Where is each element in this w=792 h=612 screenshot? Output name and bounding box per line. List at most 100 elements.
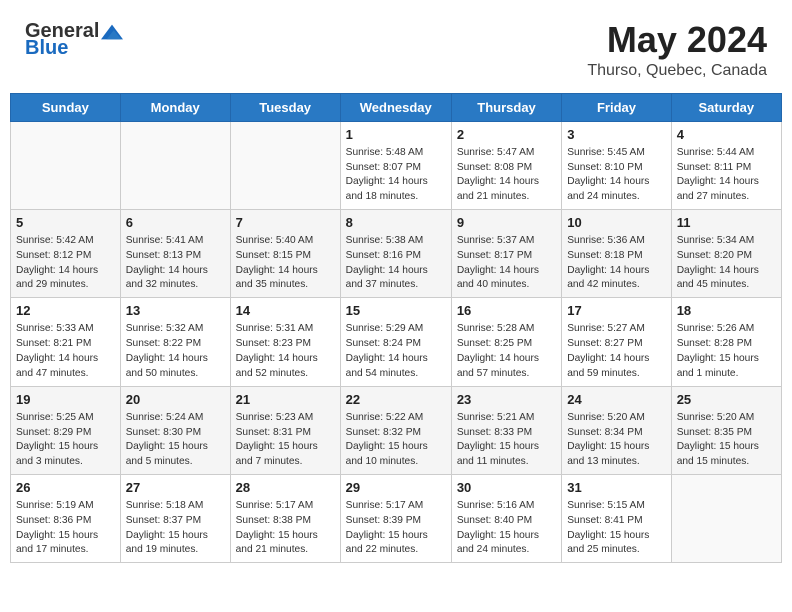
day-number: 1 (346, 126, 446, 144)
calendar-week-row: 5 Sunrise: 5:42 AMSunset: 8:12 PMDaylight… (11, 209, 782, 297)
day-of-week-header: Tuesday (230, 93, 340, 121)
calendar-table: SundayMondayTuesdayWednesdayThursdayFrid… (10, 93, 782, 564)
day-info: Sunrise: 5:40 AMSunset: 8:15 PMDaylight:… (236, 234, 335, 293)
calendar-week-row: 19 Sunrise: 5:25 AMSunset: 8:29 PMDayligh… (11, 386, 782, 474)
calendar-day-cell: 24 Sunrise: 5:20 AMSunset: 8:34 PMDayligh… (562, 386, 671, 474)
day-info: Sunrise: 5:15 AMSunset: 8:41 PMDaylight:… (567, 499, 665, 558)
day-number: 8 (346, 214, 446, 232)
day-number: 18 (677, 302, 776, 320)
day-number: 15 (346, 302, 446, 320)
day-info: Sunrise: 5:21 AMSunset: 8:33 PMDaylight:… (457, 411, 556, 470)
day-number: 31 (567, 479, 665, 497)
logo: General Blue (25, 20, 123, 60)
day-info: Sunrise: 5:17 AMSunset: 8:38 PMDaylight:… (236, 499, 335, 558)
day-info: Sunrise: 5:42 AMSunset: 8:12 PMDaylight:… (16, 234, 115, 293)
day-info: Sunrise: 5:26 AMSunset: 8:28 PMDaylight:… (677, 322, 776, 381)
calendar-day-cell: 7 Sunrise: 5:40 AMSunset: 8:15 PMDaylight… (230, 209, 340, 297)
day-number: 5 (16, 214, 115, 232)
day-number: 13 (126, 302, 225, 320)
calendar-day-cell: 6Sunrise: 5:41 AMSunset: 8:13 PMDaylight… (120, 209, 230, 297)
day-number: 28 (236, 479, 335, 497)
day-number: 19 (16, 391, 115, 409)
calendar-day-cell (230, 121, 340, 209)
day-number: 20 (126, 391, 225, 409)
day-number: 4 (677, 126, 776, 144)
calendar-day-cell: 26 Sunrise: 5:19 AMSunset: 8:36 PMDayligh… (11, 474, 121, 562)
day-info: Sunrise: 5:33 AMSunset: 8:21 PMDaylight:… (16, 322, 115, 381)
calendar-day-cell: 11 Sunrise: 5:34 AMSunset: 8:20 PMDayligh… (671, 209, 781, 297)
calendar-day-cell: 18 Sunrise: 5:26 AMSunset: 8:28 PMDayligh… (671, 298, 781, 386)
day-of-week-header: Thursday (451, 93, 561, 121)
day-info: Sunrise: 5:37 AMSunset: 8:17 PMDaylight:… (457, 234, 556, 293)
day-number: 24 (567, 391, 665, 409)
calendar-day-cell: 13 Sunrise: 5:32 AMSunset: 8:22 PMDayligh… (120, 298, 230, 386)
logo-blue-text: Blue (25, 37, 68, 60)
day-of-week-header: Sunday (11, 93, 121, 121)
day-info: Sunrise: 5:19 AMSunset: 8:36 PMDaylight:… (16, 499, 115, 558)
calendar-day-cell: 19 Sunrise: 5:25 AMSunset: 8:29 PMDayligh… (11, 386, 121, 474)
calendar-day-cell: 12 Sunrise: 5:33 AMSunset: 8:21 PMDayligh… (11, 298, 121, 386)
day-number: 2 (457, 126, 556, 144)
title-section: May 2024 Thurso, Quebec, Canada (587, 20, 767, 80)
day-info: Sunrise: 5:17 AMSunset: 8:39 PMDaylight:… (346, 499, 446, 558)
day-info: Sunrise: 5:18 AMSunset: 8:37 PMDaylight:… (126, 499, 225, 558)
day-info: Sunrise: 5:25 AMSunset: 8:29 PMDaylight:… (16, 411, 115, 470)
calendar-day-cell: 10 Sunrise: 5:36 AMSunset: 8:18 PMDayligh… (562, 209, 671, 297)
day-number: 17 (567, 302, 665, 320)
day-info: Sunrise: 5:20 AMSunset: 8:35 PMDaylight:… (677, 411, 776, 470)
day-number: 16 (457, 302, 556, 320)
calendar-week-row: 26 Sunrise: 5:19 AMSunset: 8:36 PMDayligh… (11, 474, 782, 562)
calendar-day-cell: 28 Sunrise: 5:17 AMSunset: 8:38 PMDayligh… (230, 474, 340, 562)
calendar-day-cell: 4 Sunrise: 5:44 AMSunset: 8:11 PMDaylight… (671, 121, 781, 209)
day-number: 3 (567, 126, 665, 144)
calendar-day-cell: 20Sunrise: 5:24 AMSunset: 8:30 PMDayligh… (120, 386, 230, 474)
day-info: Sunrise: 5:45 AMSunset: 8:10 PMDaylight:… (567, 146, 665, 205)
calendar-day-cell: 30 Sunrise: 5:16 AMSunset: 8:40 PMDayligh… (451, 474, 561, 562)
calendar-day-cell: 21 Sunrise: 5:23 AMSunset: 8:31 PMDayligh… (230, 386, 340, 474)
day-of-week-header: Monday (120, 93, 230, 121)
logo-icon (101, 21, 123, 43)
day-number: 21 (236, 391, 335, 409)
calendar-day-cell (11, 121, 121, 209)
day-info: Sunrise: 5:44 AMSunset: 8:11 PMDaylight:… (677, 146, 776, 205)
calendar-day-cell (120, 121, 230, 209)
day-info: Sunrise: 5:20 AMSunset: 8:34 PMDaylight:… (567, 411, 665, 470)
day-number: 30 (457, 479, 556, 497)
day-info: Sunrise: 5:28 AMSunset: 8:25 PMDaylight:… (457, 322, 556, 381)
day-number: 10 (567, 214, 665, 232)
day-of-week-header: Wednesday (340, 93, 451, 121)
day-number: 12 (16, 302, 115, 320)
day-number: 26 (16, 479, 115, 497)
day-number: 27 (126, 479, 225, 497)
calendar-day-cell: 29 Sunrise: 5:17 AMSunset: 8:39 PMDayligh… (340, 474, 451, 562)
day-number: 9 (457, 214, 556, 232)
day-number: 25 (677, 391, 776, 409)
day-info: Sunrise: 5:16 AMSunset: 8:40 PMDaylight:… (457, 499, 556, 558)
calendar-day-cell: 27 Sunrise: 5:18 AMSunset: 8:37 PMDayligh… (120, 474, 230, 562)
day-info: Sunrise: 5:31 AMSunset: 8:23 PMDaylight:… (236, 322, 335, 381)
day-info: Sunrise: 5:47 AMSunset: 8:08 PMDaylight:… (457, 146, 556, 205)
calendar-day-cell: 16 Sunrise: 5:28 AMSunset: 8:25 PMDayligh… (451, 298, 561, 386)
day-number: 7 (236, 214, 335, 232)
calendar-week-row: 1Sunrise: 5:48 AMSunset: 8:07 PMDaylight… (11, 121, 782, 209)
day-number: 14 (236, 302, 335, 320)
day-info: Sunrise: 5:32 AMSunset: 8:22 PMDaylight:… (126, 322, 225, 381)
calendar-day-cell: 1Sunrise: 5:48 AMSunset: 8:07 PMDaylight… (340, 121, 451, 209)
day-info: Sunrise: 5:36 AMSunset: 8:18 PMDaylight:… (567, 234, 665, 293)
calendar-day-cell: 17 Sunrise: 5:27 AMSunset: 8:27 PMDayligh… (562, 298, 671, 386)
day-of-week-header: Friday (562, 93, 671, 121)
day-info: Sunrise: 5:29 AMSunset: 8:24 PMDaylight:… (346, 322, 446, 381)
calendar-day-cell: 25 Sunrise: 5:20 AMSunset: 8:35 PMDayligh… (671, 386, 781, 474)
day-info: Sunrise: 5:23 AMSunset: 8:31 PMDaylight:… (236, 411, 335, 470)
calendar-header-row: SundayMondayTuesdayWednesdayThursdayFrid… (11, 93, 782, 121)
day-info: Sunrise: 5:34 AMSunset: 8:20 PMDaylight:… (677, 234, 776, 293)
day-info: Sunrise: 5:27 AMSunset: 8:27 PMDaylight:… (567, 322, 665, 381)
calendar-day-cell: 8Sunrise: 5:38 AMSunset: 8:16 PMDaylight… (340, 209, 451, 297)
location-subtitle: Thurso, Quebec, Canada (587, 62, 767, 80)
calendar-day-cell: 9 Sunrise: 5:37 AMSunset: 8:17 PMDaylight… (451, 209, 561, 297)
calendar-day-cell: 3 Sunrise: 5:45 AMSunset: 8:10 PMDaylight… (562, 121, 671, 209)
day-number: 29 (346, 479, 446, 497)
day-number: 11 (677, 214, 776, 232)
calendar-day-cell: 2 Sunrise: 5:47 AMSunset: 8:08 PMDaylight… (451, 121, 561, 209)
day-number: 6 (126, 214, 225, 232)
